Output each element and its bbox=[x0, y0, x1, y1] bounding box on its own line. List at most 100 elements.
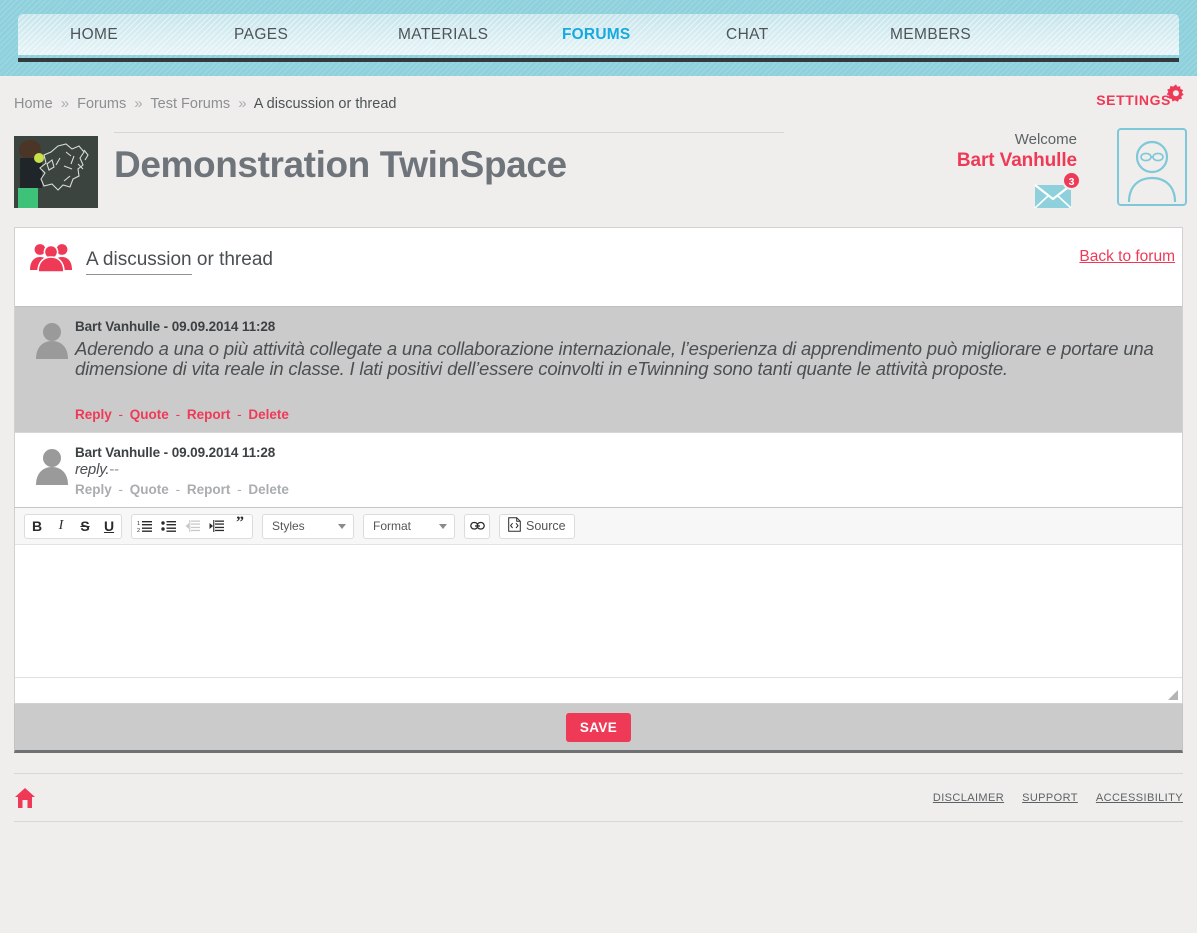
source-document-icon bbox=[508, 517, 521, 535]
nav-item-materials[interactable]: MATERIALS bbox=[398, 26, 562, 44]
nav-item-members[interactable]: MEMBERS bbox=[890, 26, 1054, 44]
underline-button[interactable]: U bbox=[97, 515, 121, 538]
nav-underline-rule bbox=[18, 58, 1179, 62]
page-footer: DISCLAIMER SUPPORT ACCESSIBILITY bbox=[14, 773, 1183, 822]
strikethrough-button[interactable]: S bbox=[73, 515, 97, 538]
bulleted-list-icon[interactable] bbox=[156, 515, 180, 538]
group-icon bbox=[29, 242, 73, 273]
footer-links: DISCLAIMER SUPPORT ACCESSIBILITY bbox=[933, 792, 1183, 804]
top-navigation-bar: HOME PAGES MATERIALS FORUMS CHAT MEMBERS bbox=[0, 0, 1197, 76]
breadcrumb: Home » Forums » Test Forums » A discussi… bbox=[14, 95, 396, 112]
format-dropdown[interactable]: Format bbox=[363, 513, 455, 539]
post-quote-link[interactable]: Quote bbox=[130, 407, 169, 422]
list-indent-group: 1 2 ” bbox=[131, 513, 253, 539]
page-title: Demonstration TwinSpace bbox=[114, 144, 567, 185]
link-icon[interactable] bbox=[464, 513, 490, 539]
styles-dropdown[interactable]: Styles bbox=[262, 513, 354, 539]
chevron-down-icon bbox=[439, 523, 447, 529]
save-bar: SAVE bbox=[14, 704, 1183, 753]
space-title-row: Demonstration TwinSpace Welcome Bart Van… bbox=[0, 128, 1197, 227]
post-actions: Reply - Quote - Report - Delete bbox=[75, 407, 1168, 422]
breadcrumb-row: Home » Forums » Test Forums » A discussi… bbox=[0, 76, 1197, 132]
resize-handle[interactable] bbox=[1168, 690, 1178, 700]
nav-item-home[interactable]: HOME bbox=[70, 26, 234, 44]
thread-title: A discussion or thread bbox=[86, 249, 273, 275]
post-quote-link[interactable]: Quote bbox=[130, 482, 169, 497]
post-body-suffix: -- bbox=[109, 461, 119, 478]
action-separator: - bbox=[237, 482, 242, 497]
post-item: Bart Vanhulle - 09.09.2014 11:28 Aderend… bbox=[15, 306, 1182, 432]
indent-icon[interactable] bbox=[204, 515, 228, 538]
message-count-badge: 3 bbox=[1062, 171, 1081, 190]
messages-button[interactable]: 3 bbox=[1033, 171, 1081, 211]
svg-text:1: 1 bbox=[137, 521, 140, 527]
post-reply-link[interactable]: Reply bbox=[75, 482, 112, 497]
save-button[interactable]: SAVE bbox=[565, 712, 632, 742]
thread-panel: A discussion or thread Back to forum Bar… bbox=[14, 227, 1183, 507]
rich-text-editor: B I S U 1 2 ” Styles Format Source bbox=[14, 507, 1183, 704]
action-separator: - bbox=[118, 407, 124, 422]
home-icon[interactable] bbox=[14, 787, 36, 809]
twinspace-thumbnail bbox=[14, 136, 98, 208]
nav-menu: HOME PAGES MATERIALS FORUMS CHAT MEMBERS bbox=[18, 14, 1179, 55]
thread-title-underlined: A discussion bbox=[86, 249, 192, 275]
back-to-forum-link[interactable]: Back to forum bbox=[1079, 248, 1175, 266]
post-delete-link[interactable]: Delete bbox=[248, 482, 289, 497]
nav-item-chat[interactable]: CHAT bbox=[726, 26, 890, 44]
post-report-link[interactable]: Report bbox=[187, 482, 231, 497]
post-actions: Reply - Quote - Report - Delete bbox=[75, 482, 1168, 497]
post-avatar-icon bbox=[34, 321, 70, 359]
breadcrumb-item-forums[interactable]: Forums bbox=[77, 96, 126, 112]
action-separator: - bbox=[237, 407, 242, 422]
gear-icon bbox=[1165, 83, 1187, 105]
outdent-icon[interactable] bbox=[180, 515, 204, 538]
footer-link-support[interactable]: SUPPORT bbox=[1022, 792, 1078, 804]
footer-link-disclaimer[interactable]: DISCLAIMER bbox=[933, 792, 1004, 804]
space-title-container: Demonstration TwinSpace bbox=[114, 132, 784, 191]
breadcrumb-separator: » bbox=[238, 95, 247, 112]
post-meta-separator: - bbox=[163, 319, 169, 334]
breadcrumb-separator: » bbox=[134, 95, 143, 112]
post-body: reply.-- bbox=[75, 461, 1168, 478]
svg-text:2: 2 bbox=[137, 528, 140, 533]
post-timestamp: 09.09.2014 11:28 bbox=[171, 319, 276, 334]
settings-button[interactable]: SETTINGS bbox=[1096, 84, 1187, 108]
blockquote-button[interactable]: ” bbox=[228, 515, 252, 538]
avatar[interactable] bbox=[1117, 128, 1187, 206]
user-name: Bart Vanhulle bbox=[956, 150, 1077, 171]
post-body: Aderendo a una o più attività collegate … bbox=[75, 338, 1154, 379]
italic-button[interactable]: I bbox=[49, 515, 73, 538]
source-button[interactable]: Source bbox=[499, 513, 575, 539]
post-report-link[interactable]: Report bbox=[187, 407, 231, 422]
footer-link-accessibility[interactable]: ACCESSIBILITY bbox=[1096, 792, 1183, 804]
source-button-label: Source bbox=[526, 519, 566, 533]
styles-dropdown-label: Styles bbox=[272, 519, 305, 533]
chevron-down-icon bbox=[338, 523, 346, 529]
bold-button[interactable]: B bbox=[25, 515, 49, 538]
thread-title-rest: or thread bbox=[191, 249, 273, 270]
settings-label: SETTINGS bbox=[1096, 92, 1171, 108]
breadcrumb-item-test-forums[interactable]: Test Forums bbox=[150, 96, 230, 112]
welcome-label: Welcome bbox=[1014, 131, 1077, 148]
post-body-text: reply. bbox=[75, 461, 110, 478]
post-item: Bart Vanhulle - 09.09.2014 11:28 reply.-… bbox=[15, 432, 1182, 507]
editor-status-bar bbox=[15, 677, 1182, 703]
welcome-block: Welcome Bart Vanhulle 3 bbox=[837, 131, 1081, 209]
post-meta: Bart Vanhulle - 09.09.2014 11:28 bbox=[75, 319, 1168, 334]
post-delete-link[interactable]: Delete bbox=[248, 407, 289, 422]
post-author: Bart Vanhulle bbox=[75, 319, 160, 334]
thread-header: A discussion or thread Back to forum bbox=[15, 228, 1182, 306]
breadcrumb-item-home[interactable]: Home bbox=[14, 96, 53, 112]
editor-content-area[interactable] bbox=[15, 545, 1182, 677]
breadcrumb-separator: » bbox=[60, 95, 70, 112]
post-reply-link[interactable]: Reply bbox=[75, 407, 112, 422]
nav-item-forums[interactable]: FORUMS bbox=[562, 26, 726, 44]
breadcrumb-item-current: A discussion or thread bbox=[253, 96, 397, 112]
numbered-list-icon[interactable]: 1 2 bbox=[132, 515, 156, 538]
editor-toolbar: B I S U 1 2 ” Styles Format Source bbox=[15, 508, 1182, 545]
post-timestamp: 09.09.2014 11:28 bbox=[171, 445, 276, 460]
post-meta-separator: - bbox=[163, 445, 169, 460]
action-separator: - bbox=[175, 482, 181, 497]
post-meta: Bart Vanhulle - 09.09.2014 11:28 bbox=[75, 445, 1168, 460]
nav-item-pages[interactable]: PAGES bbox=[234, 26, 398, 44]
